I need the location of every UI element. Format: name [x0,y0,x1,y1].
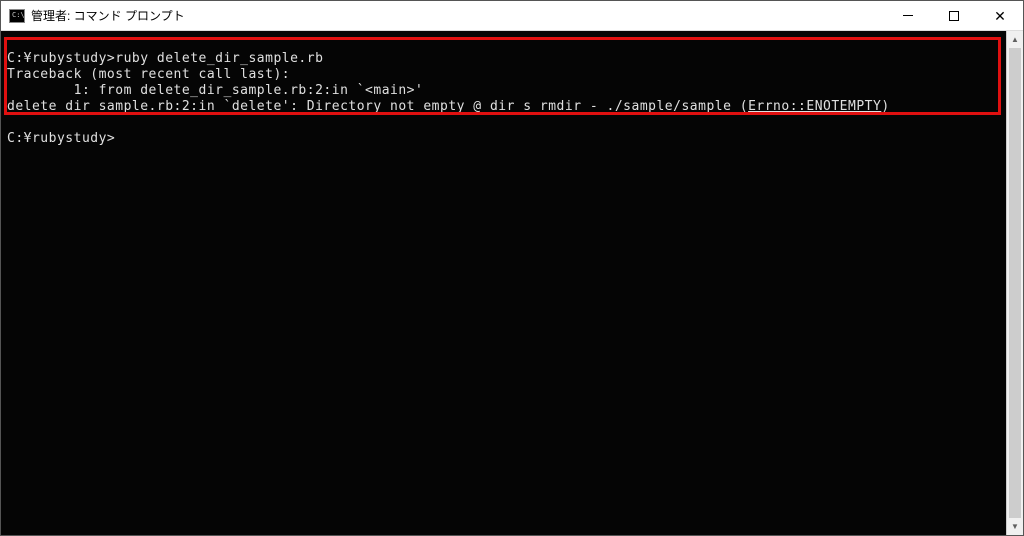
vertical-scrollbar[interactable]: ▲ ▼ [1006,31,1023,535]
maximize-icon [949,11,959,21]
terminal-line: delete_dir_sample.rb:2:in `delete': Dire… [7,99,1000,115]
scroll-thumb[interactable] [1009,48,1021,518]
maximize-button[interactable] [931,1,977,30]
command: ruby delete_dir_sample.rb [115,51,323,66]
scroll-up-button[interactable]: ▲ [1007,31,1023,48]
window-title: 管理者: コマンド プロンプト [31,7,185,24]
terminal-line [7,35,1000,51]
terminal-output[interactable]: C:¥rubystudy>ruby delete_dir_sample.rbTr… [1,31,1006,535]
prompt: C:¥rubystudy> [7,51,115,66]
error-text-end: ) [881,99,889,114]
close-button[interactable]: ✕ [977,1,1023,30]
command-prompt-window: C:\ 管理者: コマンド プロンプト ✕ C:¥rubystudy>ruby … [0,0,1024,536]
window-controls: ✕ [885,1,1023,30]
terminal-line: 1: from delete_dir_sample.rb:2:in `<main… [7,83,1000,99]
app-icon: C:\ [9,9,25,23]
prompt: C:¥rubystudy> [7,131,115,146]
close-icon: ✕ [994,9,1006,23]
titlebar-left: C:\ 管理者: コマンド プロンプト [1,7,185,24]
terminal-line: C:¥rubystudy> [7,131,1000,147]
chevron-down-icon: ▼ [1011,522,1019,531]
chevron-up-icon: ▲ [1011,35,1019,44]
minimize-icon [903,15,913,16]
terminal-line [7,115,1000,131]
terminal-line: C:¥rubystudy>ruby delete_dir_sample.rb [7,51,1000,67]
app-icon-text: C:\ [12,12,25,19]
error-text: delete_dir_sample.rb:2:in `delete': Dire… [7,99,748,114]
minimize-button[interactable] [885,1,931,30]
scroll-track[interactable] [1007,48,1023,518]
scroll-down-button[interactable]: ▼ [1007,518,1023,535]
terminal-line: Traceback (most recent call last): [7,67,1000,83]
error-class: Errno::ENOTEMPTY [748,99,881,114]
titlebar[interactable]: C:\ 管理者: コマンド プロンプト ✕ [1,1,1023,31]
terminal-container: C:¥rubystudy>ruby delete_dir_sample.rbTr… [1,31,1023,535]
